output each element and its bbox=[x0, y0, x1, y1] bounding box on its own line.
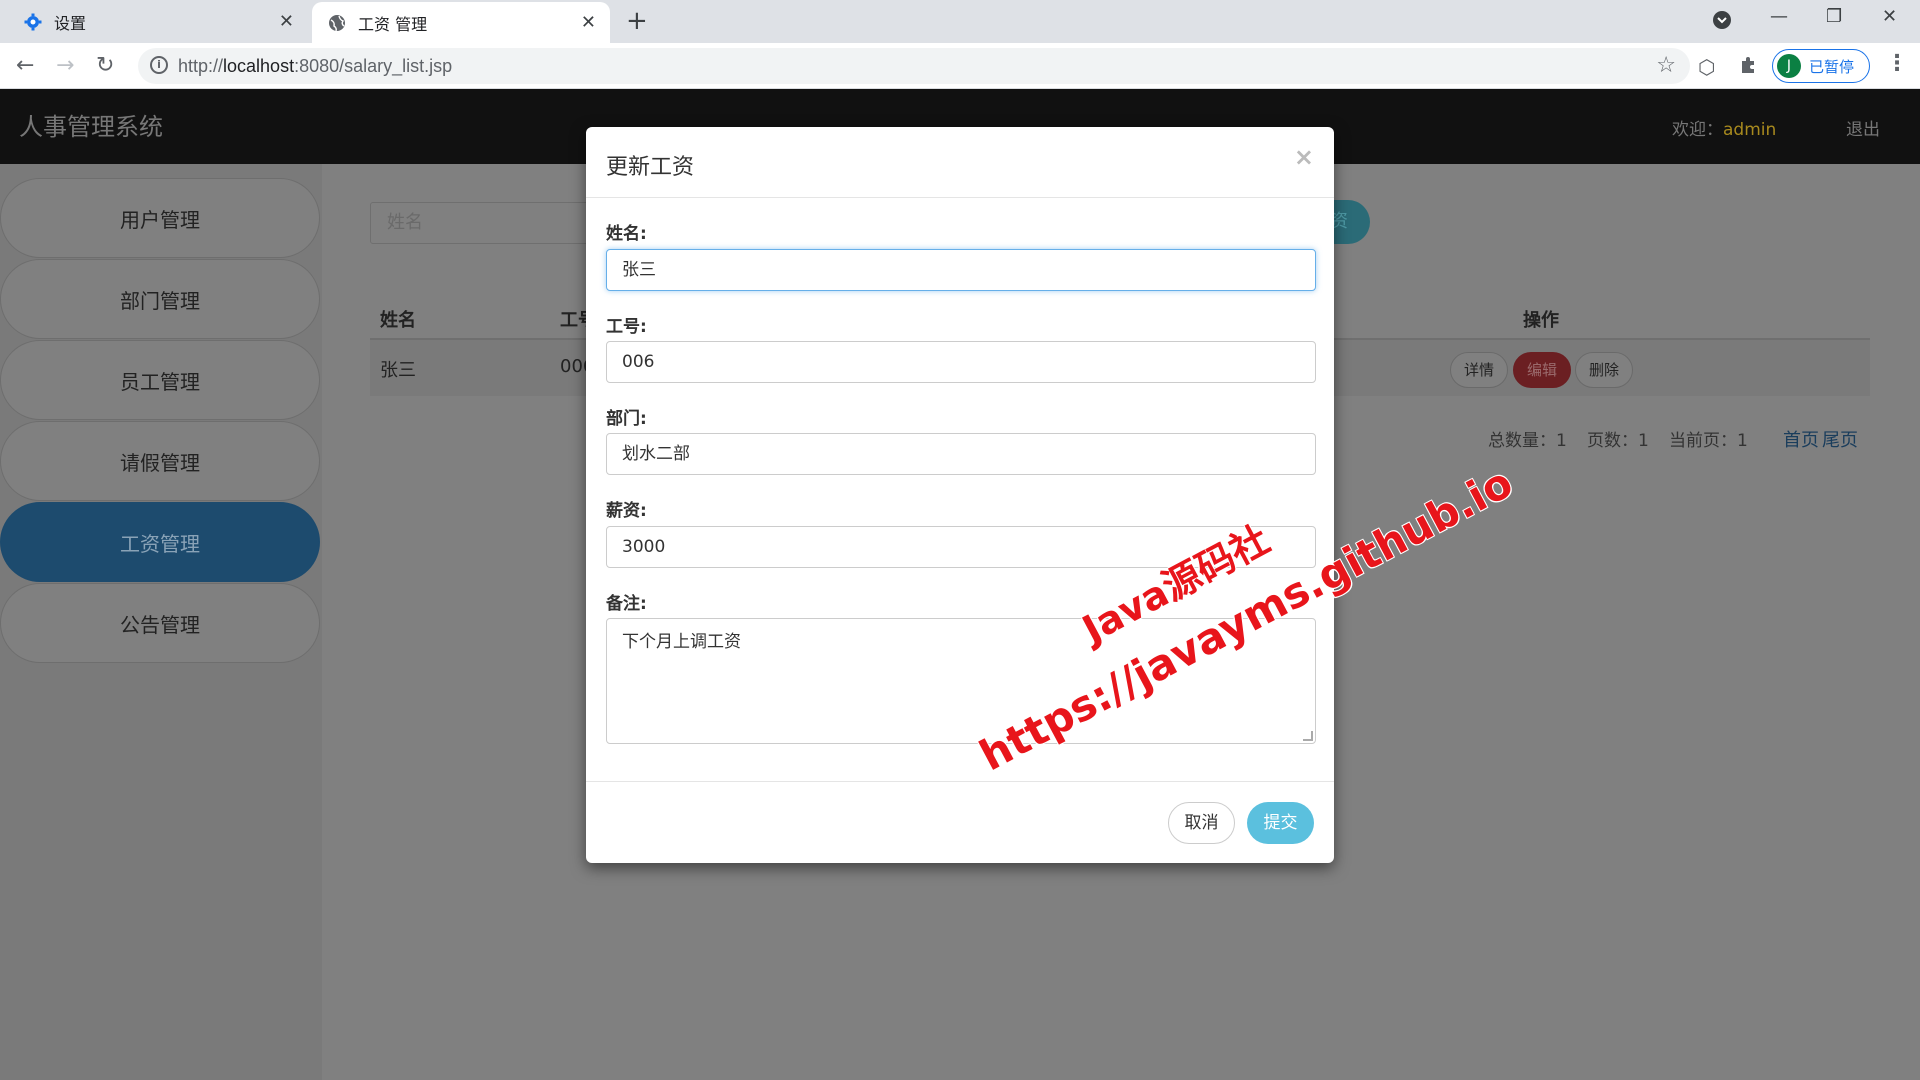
url-path: :8080/salary_list.jsp bbox=[294, 56, 453, 76]
tab-search-icon[interactable] bbox=[1712, 10, 1732, 35]
logout-link[interactable]: 退出 bbox=[1846, 115, 1880, 140]
pager-first-link[interactable]: 首页 bbox=[1783, 426, 1819, 452]
salary-field[interactable]: 3000 bbox=[606, 526, 1316, 568]
dept-field[interactable]: 划水二部 bbox=[606, 433, 1316, 475]
address-url[interactable]: http://localhost:8080/salary_list.jsp bbox=[178, 56, 452, 77]
tab-salary[interactable]: 工资 管理 ✕ bbox=[312, 2, 610, 43]
browser-menu-icon[interactable]: ⋮ bbox=[1886, 51, 1908, 76]
window-close-icon[interactable]: ✕ bbox=[1882, 6, 1897, 27]
name-label: 姓名: bbox=[606, 224, 647, 244]
modal-footer: 取消 提交 bbox=[586, 781, 1334, 863]
new-tab-icon[interactable]: + bbox=[626, 6, 648, 36]
reload-icon[interactable]: ↻ bbox=[96, 53, 114, 78]
note-label: 备注: bbox=[606, 594, 647, 614]
cancel-button[interactable]: 取消 bbox=[1168, 802, 1235, 844]
minimize-icon[interactable]: — bbox=[1770, 6, 1788, 27]
note-text: 下个月上调工资 bbox=[622, 632, 741, 652]
edit-button[interactable]: 编辑 bbox=[1513, 352, 1571, 388]
address-bar[interactable]: i http://localhost:8080/salary_list.jsp … bbox=[138, 48, 1690, 84]
sidebar-item-salary[interactable]: 工资管理 bbox=[0, 502, 320, 582]
profile-status: 已暂停 bbox=[1809, 57, 1855, 76]
welcome-text: 欢迎：admin bbox=[1672, 115, 1776, 140]
note-textarea[interactable]: 下个月上调工资 bbox=[606, 618, 1316, 744]
gear-icon bbox=[24, 13, 42, 31]
modal-header: 更新工资 × bbox=[586, 127, 1334, 198]
sidebar-item-employees[interactable]: 员工管理 bbox=[0, 340, 320, 420]
cell-name: 张三 bbox=[380, 360, 416, 381]
pager-current: 当前页：1 bbox=[1669, 431, 1748, 451]
welcome-label: 欢迎： bbox=[1672, 120, 1723, 140]
bookmark-star-icon[interactable]: ☆ bbox=[1656, 53, 1676, 78]
tab-settings-title: 设置 bbox=[54, 13, 87, 33]
detail-button[interactable]: 详情 bbox=[1450, 352, 1508, 388]
sidebar-item-leave[interactable]: 请假管理 bbox=[0, 421, 320, 501]
column-header-ops: 操作 bbox=[1523, 310, 1559, 331]
salary-label: 薪资: bbox=[606, 501, 647, 521]
close-icon[interactable]: × bbox=[1294, 143, 1314, 171]
update-salary-modal: 更新工资 × 姓名: 张三 工号: 006 部门: 划水二部 薪资: 3000 … bbox=[586, 127, 1334, 863]
sidebar-item-users[interactable]: 用户管理 bbox=[0, 178, 320, 258]
browser-tab-bar: 设置 ✕ 工资 管理 ✕ + — ❐ ✕ bbox=[0, 0, 1920, 43]
pager-last-link[interactable]: 尾页 bbox=[1822, 426, 1858, 452]
close-icon[interactable]: ✕ bbox=[581, 12, 596, 33]
browser-toolbar: ← → ↻ i http://localhost:8080/salary_lis… bbox=[0, 43, 1920, 89]
globe-icon bbox=[328, 14, 346, 32]
site-info-icon[interactable]: i bbox=[150, 56, 168, 74]
sidebar: 用户管理 部门管理 员工管理 请假管理 工资管理 公告管理 bbox=[0, 164, 322, 1080]
profile-button[interactable]: J 已暂停 bbox=[1772, 49, 1870, 83]
delete-button[interactable]: 删除 bbox=[1575, 352, 1633, 388]
restore-icon[interactable]: ❐ bbox=[1826, 6, 1842, 27]
url-host: localhost bbox=[223, 56, 295, 76]
app-brand[interactable]: 人事管理系统 bbox=[19, 107, 163, 142]
submit-button[interactable]: 提交 bbox=[1247, 802, 1314, 844]
name-field[interactable]: 张三 bbox=[606, 249, 1316, 291]
pager-total: 总数量：1 bbox=[1488, 431, 1567, 451]
back-icon[interactable]: ← bbox=[16, 53, 34, 78]
sidebar-item-notices[interactable]: 公告管理 bbox=[0, 583, 320, 663]
search-input[interactable]: 姓名 bbox=[370, 202, 590, 244]
resize-handle-icon[interactable] bbox=[1303, 731, 1313, 741]
column-header-name: 姓名 bbox=[380, 310, 416, 331]
extension-hexagon-icon[interactable]: ⬡ bbox=[1698, 55, 1715, 79]
forward-icon[interactable]: → bbox=[56, 53, 74, 78]
url-scheme: http:// bbox=[178, 56, 224, 76]
tab-salary-title: 工资 管理 bbox=[358, 14, 428, 34]
username: admin bbox=[1723, 120, 1777, 140]
avatar: J bbox=[1777, 54, 1801, 78]
tab-settings[interactable]: 设置 ✕ bbox=[0, 0, 308, 43]
modal-title: 更新工资 bbox=[606, 155, 695, 180]
sidebar-item-departments[interactable]: 部门管理 bbox=[0, 259, 320, 339]
pager-pages: 页数：1 bbox=[1587, 431, 1649, 451]
id-label: 工号: bbox=[606, 317, 647, 337]
close-icon[interactable]: ✕ bbox=[279, 11, 294, 32]
dept-label: 部门: bbox=[606, 409, 647, 429]
puzzle-extensions-icon[interactable] bbox=[1738, 55, 1758, 80]
id-field[interactable]: 006 bbox=[606, 341, 1316, 383]
